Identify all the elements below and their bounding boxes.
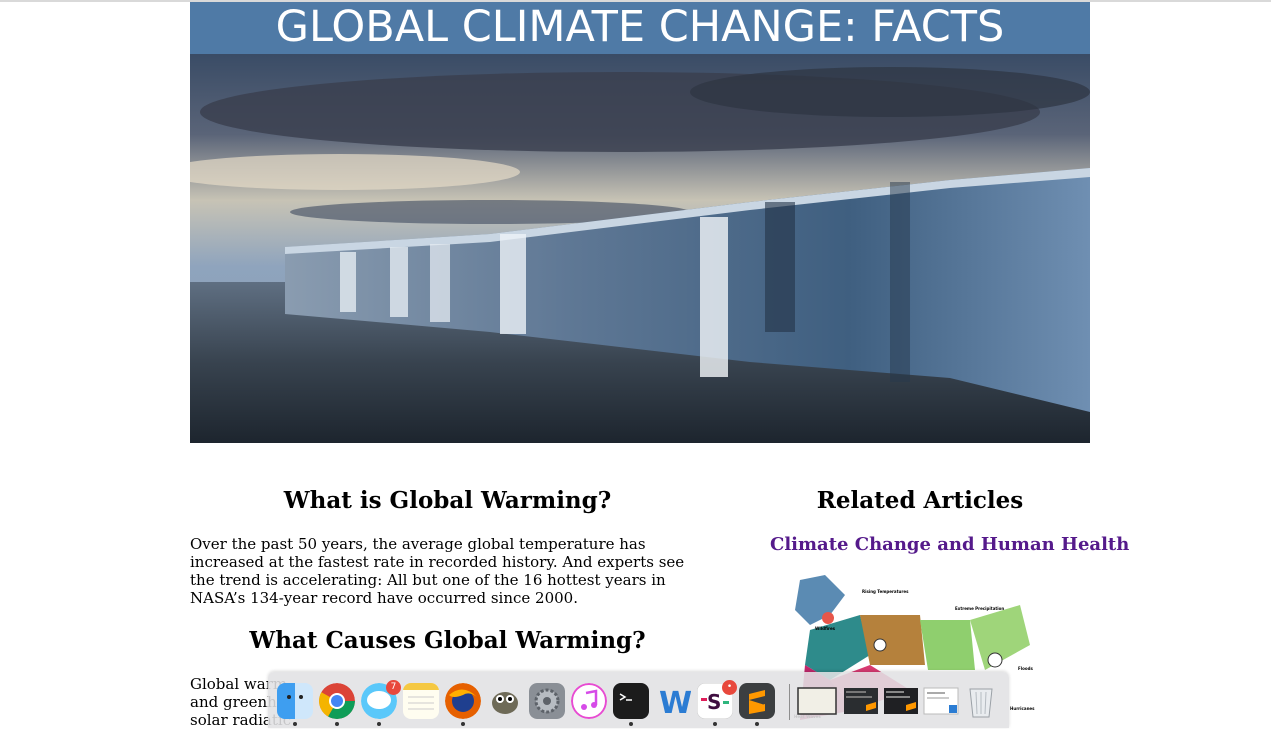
running-indicator — [755, 722, 759, 726]
fire-icon — [822, 612, 834, 624]
terminal-icon[interactable] — [613, 683, 649, 719]
firefox-icon[interactable] — [445, 683, 481, 719]
hero-banner: GLOBAL CLIMATE CHANGE: FACTS — [190, 2, 1090, 443]
related-articles-heading: Related Articles — [816, 487, 1024, 514]
label-wildfires: Wildfires — [815, 626, 836, 631]
running-indicator — [377, 722, 381, 726]
label-hurricanes: Hurricanes — [1010, 706, 1035, 711]
itunes-icon[interactable] — [571, 683, 607, 719]
section-heading-what-is: What is Global Warming? — [283, 487, 612, 514]
slack-badge: • — [722, 680, 737, 695]
flood-icon — [987, 652, 1003, 668]
great-plains-region — [860, 615, 925, 665]
sublime-text-icon[interactable] — [739, 683, 775, 719]
thermometer-icon — [873, 638, 887, 652]
running-indicator — [293, 722, 297, 726]
paragraph: Over the past 50 years, the average glob… — [190, 535, 685, 607]
dock-separator — [789, 684, 790, 720]
chrome-icon[interactable] — [319, 683, 355, 719]
word-icon[interactable]: W — [655, 683, 691, 719]
svg-text:W: W — [659, 686, 691, 719]
finder-icon[interactable] — [277, 683, 313, 719]
hero-title: GLOBAL CLIMATE CHANGE: FACTS — [275, 2, 1005, 52]
hero-glacier-image — [190, 2, 1090, 443]
running-indicator — [335, 722, 339, 726]
section-heading-causes: What Causes Global Warming? — [249, 627, 646, 654]
messages-badge: 7 — [386, 680, 401, 695]
window-thumbnail[interactable] — [883, 683, 919, 719]
running-indicator — [461, 722, 465, 726]
window-thumbnail[interactable] — [843, 683, 879, 719]
label-extreme-precip: Extreme Precipitation — [955, 606, 1004, 611]
label-rising-temp: Rising Temperatures — [862, 589, 909, 594]
article-link-climate-health[interactable]: Climate Change and Human Health — [770, 534, 1129, 555]
gimp-icon[interactable] — [487, 683, 523, 719]
trash-icon[interactable] — [965, 683, 997, 719]
midwest-region — [920, 620, 975, 670]
label-floods: Floods — [1018, 666, 1033, 671]
notes-icon[interactable] — [403, 683, 439, 719]
system-preferences-icon[interactable] — [529, 683, 565, 719]
window-thumbnail[interactable] — [923, 683, 959, 719]
section-text-what-is: Over the past 50 years, the average glob… — [190, 535, 690, 607]
svg-text:S: S — [707, 690, 721, 714]
running-indicator — [629, 722, 633, 726]
running-indicator — [713, 722, 717, 726]
window-thumbnail[interactable] — [797, 683, 837, 719]
